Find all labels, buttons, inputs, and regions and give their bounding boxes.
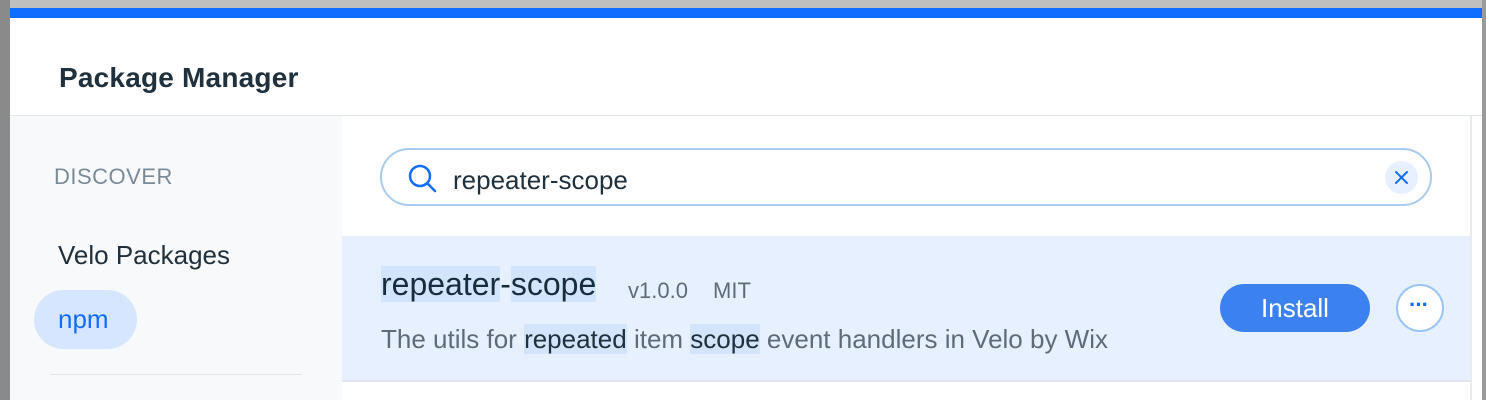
description-match: scope xyxy=(690,324,760,354)
package-list-item[interactable]: repeater-scope v1.0.0 MIT The utils for … xyxy=(342,236,1470,382)
package-license: MIT xyxy=(713,278,751,303)
more-options-button[interactable]: ··· xyxy=(1396,284,1444,332)
package-name-match: scope xyxy=(510,266,597,302)
sidebar: DISCOVER Velo Packages npm xyxy=(10,116,342,400)
description-text: event handlers in Velo by Wix xyxy=(759,324,1108,354)
install-button[interactable]: Install xyxy=(1220,284,1370,332)
content-scrollbar-track xyxy=(1470,116,1472,400)
package-version: v1.0.0 xyxy=(628,278,688,303)
modal-header: Package Manager xyxy=(10,18,1482,116)
package-name-match: repeater xyxy=(381,266,501,302)
close-icon xyxy=(1395,171,1408,184)
search-value: repeater-scope xyxy=(453,165,628,195)
description-text: The utils for xyxy=(381,324,525,354)
clear-search-button[interactable] xyxy=(1385,161,1418,194)
package-name-separator: - xyxy=(500,266,511,302)
backdrop-left-edge xyxy=(0,0,10,400)
package-description: The utils for repeated item scope event … xyxy=(381,324,1108,355)
description-text: item xyxy=(626,324,691,354)
main-content: repeater-scope repeater-scope v1.0.0 MIT… xyxy=(342,116,1470,400)
sidebar-item-npm[interactable]: npm xyxy=(34,290,137,349)
backdrop-right-edge xyxy=(1482,0,1486,400)
sidebar-item-label: npm xyxy=(58,304,109,334)
package-manager-modal: Package Manager DISCOVER Velo Packages n… xyxy=(10,8,1482,400)
more-icon: ··· xyxy=(1409,292,1429,317)
package-name: repeater-scope xyxy=(381,266,597,303)
backdrop-strip xyxy=(0,0,1486,8)
modal-accent-bar xyxy=(10,8,1482,18)
sidebar-item-velo-packages[interactable]: Velo Packages xyxy=(58,240,230,271)
search-input[interactable]: repeater-scope xyxy=(380,148,1432,206)
sidebar-section-heading: DISCOVER xyxy=(54,164,173,189)
sidebar-divider xyxy=(50,374,302,375)
description-match: repeated xyxy=(524,324,627,354)
search-icon xyxy=(408,164,437,193)
modal-title: Package Manager xyxy=(59,62,299,93)
